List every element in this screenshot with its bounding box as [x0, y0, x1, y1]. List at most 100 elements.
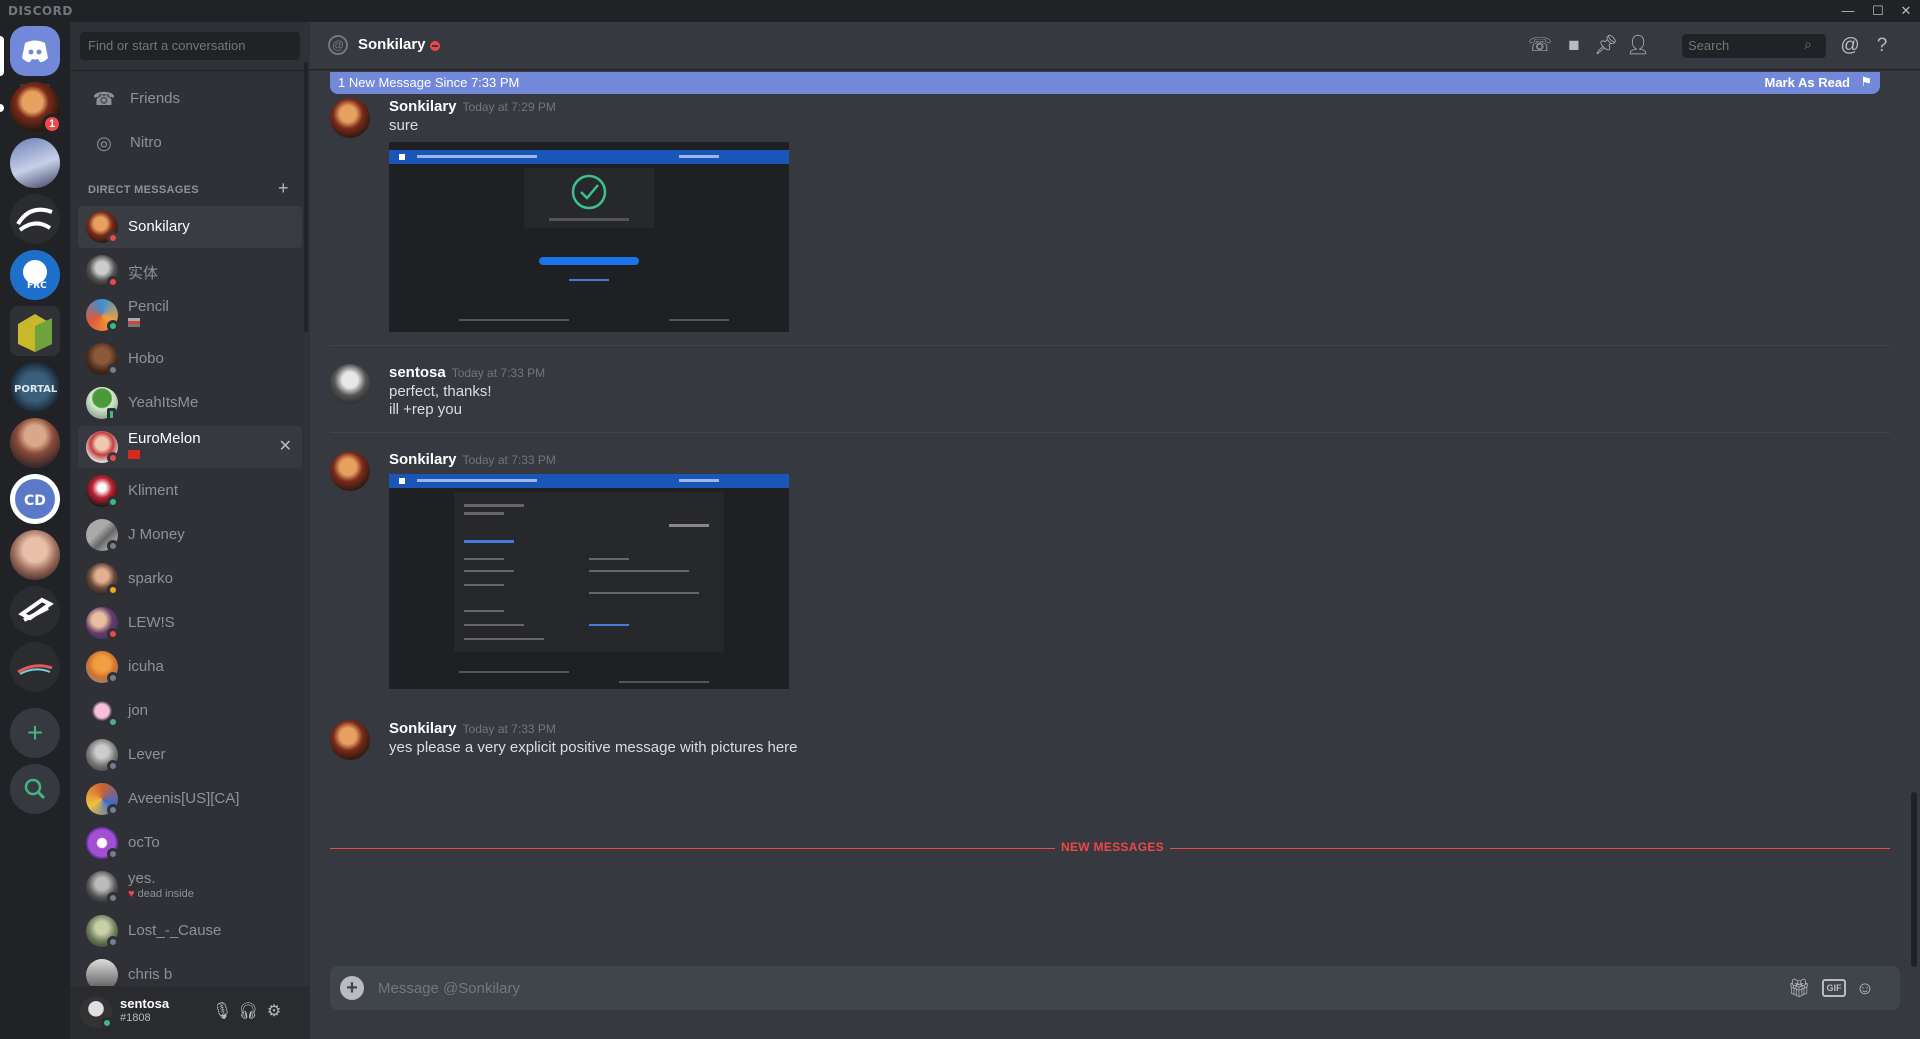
dm-item-euromelon[interactable]: EuroMelon ✕ [78, 426, 302, 468]
author-name[interactable]: Sonkilary [389, 720, 457, 737]
find-conversation-input[interactable] [80, 32, 300, 60]
status-dnd-icon [107, 276, 119, 288]
add-server-button[interactable]: + [10, 708, 60, 758]
pin-icon[interactable]: 📌︎ [1594, 34, 1618, 58]
dm-item-2[interactable]: 实体 [78, 250, 302, 292]
nitro-icon: ◎ [96, 133, 112, 153]
search-icon: ⌕ [1804, 36, 1812, 52]
dm-item-jon[interactable]: jon [78, 690, 302, 732]
create-dm-plus-icon[interactable]: + [278, 178, 289, 199]
friends-icon: ☎ [92, 89, 116, 109]
status-online-icon [107, 716, 119, 728]
dm-name: LEW!S [128, 614, 175, 631]
server-icon-8[interactable] [10, 530, 60, 580]
voice-call-icon[interactable]: ☏ [1528, 34, 1552, 58]
svg-text:PORTAL: PORTAL [14, 384, 58, 395]
dm-item-jmoney[interactable]: J Money [78, 514, 302, 556]
chat-scrollbar[interactable] [1911, 792, 1917, 967]
status-online-icon [101, 1017, 113, 1029]
dm-item-chris-b[interactable]: chris b [78, 954, 302, 986]
dm-item-pencil[interactable]: Pencil [78, 294, 302, 336]
server-icon-6[interactable] [10, 418, 60, 468]
headphones-icon[interactable]: 🎧︎ [238, 1002, 258, 1022]
custom-status: ♥ dead inside [128, 888, 194, 900]
new-messages-label: NEW MESSAGES [1055, 840, 1170, 854]
maximize-button[interactable]: ☐ [1864, 1, 1892, 21]
status-online-icon [107, 496, 119, 508]
home-button[interactable] [10, 26, 60, 76]
nav-nitro[interactable]: ◎ Nitro [78, 122, 302, 164]
message-text: sure [389, 117, 419, 134]
message-author: Sonkilary Today at 7:33 PM [389, 451, 556, 468]
avatar[interactable] [330, 364, 370, 404]
dm-name: YeahItsMe [128, 394, 199, 411]
dm-item-yes[interactable]: yes. ♥ dead inside [78, 866, 302, 908]
main-chat: @ Sonkilary ☏ ■ 📌︎ 👤︎ ⌕ @ ? 1 New Messag… [310, 22, 1920, 1039]
settings-gear-icon[interactable]: ⚙ [264, 1002, 284, 1022]
dm-item-aveenis[interactable]: Aveenis[US][CA] [78, 778, 302, 820]
unread-pill [0, 104, 4, 112]
message-text: ill +rep you [389, 401, 462, 418]
new-messages-bar[interactable]: 1 New Message Since 7:33 PM Mark As Read… [330, 72, 1880, 94]
author-name[interactable]: sentosa [389, 364, 446, 381]
dm-item-octo[interactable]: ocTo [78, 822, 302, 864]
dm-name: yes. [128, 870, 156, 887]
discord-logo-icon [22, 40, 48, 63]
message-input[interactable] [376, 976, 1676, 1000]
status-dnd-icon [107, 452, 119, 464]
dm-item-lever[interactable]: Lever [78, 734, 302, 776]
message-timestamp: Today at 7:33 PM [462, 453, 556, 467]
server-icon-3[interactable] [10, 194, 60, 244]
dm-item-lewis[interactable]: LEW!S [78, 602, 302, 644]
app-brand: DISCORD [8, 4, 73, 18]
server-icon-portal[interactable]: PORTAL [10, 362, 60, 412]
server-avatar-1[interactable]: 1 [10, 82, 62, 134]
dm-item-sonkilary[interactable]: Sonkilary [78, 206, 302, 248]
gift-icon[interactable]: 🎁︎ [1786, 976, 1812, 1000]
dm-name: chris b [128, 966, 173, 983]
help-icon[interactable]: ? [1870, 34, 1894, 58]
sidebar-scrollbar[interactable] [304, 62, 308, 332]
message-divider [330, 345, 1890, 346]
microphone-icon[interactable]: 🎙︎ [212, 1002, 232, 1022]
minimize-button[interactable]: — [1834, 1, 1862, 21]
dm-item-sparko[interactable]: sparko [78, 558, 302, 600]
search-icon [24, 778, 46, 800]
gif-button[interactable]: GIF [1822, 979, 1846, 997]
author-name[interactable]: Sonkilary [389, 98, 457, 115]
close-dm-icon[interactable]: ✕ [279, 436, 292, 456]
avatar[interactable] [330, 720, 370, 760]
nav-friends-label: Friends [130, 90, 181, 107]
avatar[interactable] [330, 451, 370, 491]
mark-read-icon: ⚑ [1860, 74, 1872, 89]
explore-servers-button[interactable] [10, 764, 60, 814]
dm-item-hobo[interactable]: Hobo [78, 338, 302, 380]
image-attachment[interactable] [389, 142, 789, 332]
server-icon-10[interactable] [10, 642, 60, 692]
dm-name: EuroMelon [128, 430, 201, 447]
server-icon-lol[interactable] [10, 306, 60, 356]
server-icon-7[interactable]: CD [10, 474, 60, 524]
mentions-icon[interactable]: @ [1838, 34, 1862, 58]
server-icon-9[interactable] [10, 586, 60, 636]
video-call-icon[interactable]: ■ [1562, 34, 1586, 58]
image-attachment[interactable] [389, 474, 789, 689]
add-friend-icon[interactable]: 👤︎ [1626, 34, 1650, 58]
close-window-button[interactable]: ✕ [1892, 1, 1920, 21]
dm-item-lost-cause[interactable]: Lost_-_Cause [78, 910, 302, 952]
mark-as-read-button[interactable]: Mark As Read [1765, 75, 1851, 90]
dm-item-kliment[interactable]: Kliment [78, 470, 302, 512]
server-icon-2[interactable] [10, 138, 60, 188]
author-name[interactable]: Sonkilary [389, 451, 457, 468]
nav-friends[interactable]: ☎ Friends [78, 78, 302, 120]
message-group: Sonkilary Today at 7:33 PM [330, 451, 1890, 701]
dm-item-yeahitsme[interactable]: YeahItsMe [78, 382, 302, 424]
avatar[interactable] [330, 98, 370, 138]
dm-name: Pencil [128, 298, 169, 315]
message-group: Sonkilary Today at 7:29 PM sure [330, 98, 1890, 408]
dm-name: jon [128, 702, 149, 719]
upload-plus-icon[interactable]: + [340, 976, 364, 1000]
server-icon-frc[interactable]: FRC [10, 250, 60, 300]
dm-item-icuha[interactable]: icuha [78, 646, 302, 688]
emoji-icon[interactable]: ☺ [1852, 976, 1878, 1000]
